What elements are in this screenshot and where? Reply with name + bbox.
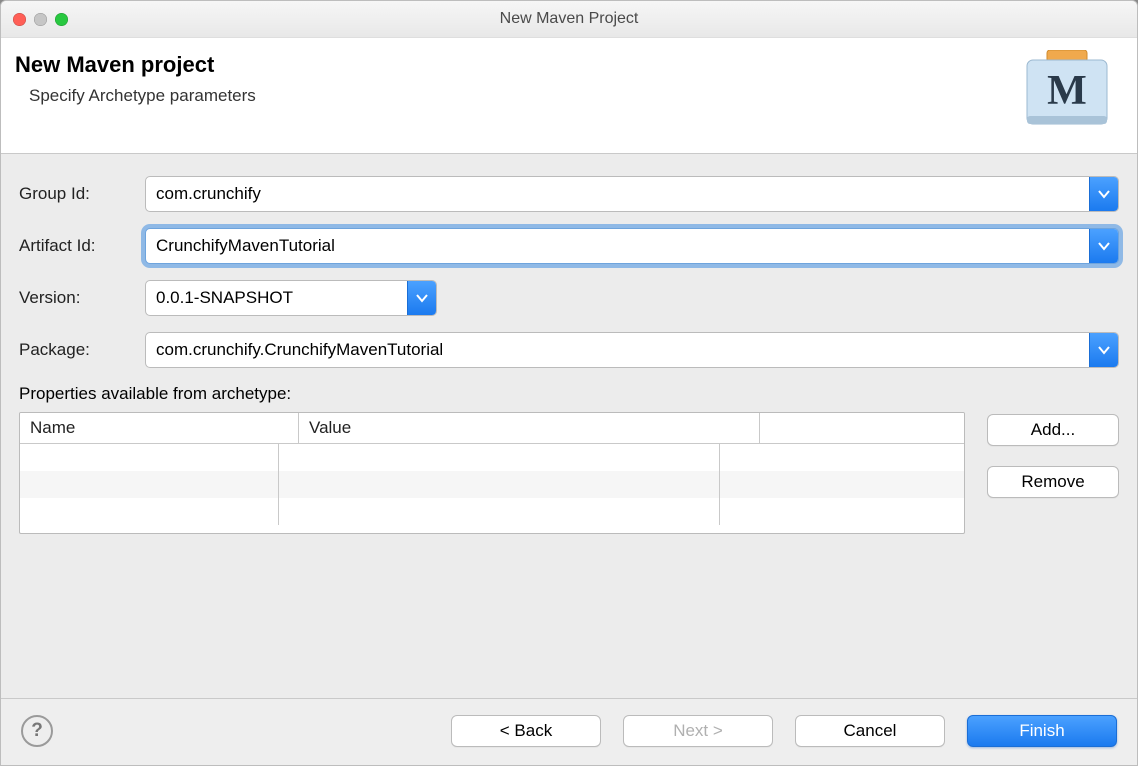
- chevron-down-icon: [416, 292, 428, 304]
- form-area: Group Id: Artifact Id: Version:: [1, 154, 1137, 534]
- wizard-window: New Maven Project New Maven project Spec…: [0, 0, 1138, 766]
- cancel-button[interactable]: Cancel: [795, 715, 945, 747]
- wizard-banner: New Maven project Specify Archetype para…: [1, 38, 1137, 154]
- titlebar: New Maven Project: [1, 1, 1137, 38]
- table-row[interactable]: [20, 498, 964, 525]
- finish-button[interactable]: Finish: [967, 715, 1117, 747]
- version-row: Version:: [19, 280, 1119, 316]
- column-header-spacer: [760, 413, 964, 443]
- chevron-down-icon: [1098, 188, 1110, 200]
- wizard-footer: ? < Back Next > Cancel Finish: [1, 698, 1137, 765]
- next-button[interactable]: Next >: [623, 715, 773, 747]
- close-window-button[interactable]: [13, 13, 26, 26]
- properties-label: Properties available from archetype:: [19, 384, 1119, 404]
- page-subtitle: Specify Archetype parameters: [29, 86, 1021, 106]
- table-row[interactable]: [20, 444, 964, 471]
- column-header-name[interactable]: Name: [20, 413, 299, 443]
- version-input[interactable]: [146, 281, 407, 315]
- version-label: Version:: [19, 288, 131, 308]
- group-id-row: Group Id:: [19, 176, 1119, 212]
- version-dropdown-arrow[interactable]: [407, 281, 436, 315]
- page-title: New Maven project: [15, 52, 1021, 78]
- version-field[interactable]: [145, 280, 437, 316]
- artifact-id-input[interactable]: [146, 229, 1089, 263]
- properties-table-body: [20, 444, 964, 533]
- help-icon[interactable]: ?: [21, 715, 53, 747]
- window-controls: [1, 13, 68, 26]
- maven-wizard-icon: M: [1021, 50, 1113, 137]
- chevron-down-icon: [1098, 240, 1110, 252]
- window-title: New Maven Project: [1, 10, 1137, 28]
- package-input[interactable]: [146, 333, 1089, 367]
- properties-table[interactable]: Name Value: [19, 412, 965, 534]
- column-header-value[interactable]: Value: [299, 413, 760, 443]
- properties-area: Name Value Add...: [19, 412, 1119, 534]
- group-id-input[interactable]: [146, 177, 1089, 211]
- artifact-id-label: Artifact Id:: [19, 236, 131, 256]
- maximize-window-button[interactable]: [55, 13, 68, 26]
- artifact-id-dropdown-arrow[interactable]: [1089, 229, 1118, 263]
- package-label: Package:: [19, 340, 131, 360]
- add-property-button[interactable]: Add...: [987, 414, 1119, 446]
- properties-buttons: Add... Remove: [987, 412, 1119, 498]
- minimize-window-button[interactable]: [34, 13, 47, 26]
- properties-table-header: Name Value: [20, 413, 964, 444]
- group-id-dropdown-arrow[interactable]: [1089, 177, 1118, 211]
- group-id-label: Group Id:: [19, 184, 131, 204]
- table-row[interactable]: [20, 471, 964, 498]
- chevron-down-icon: [1098, 344, 1110, 356]
- back-button[interactable]: < Back: [451, 715, 601, 747]
- artifact-id-row: Artifact Id:: [19, 228, 1119, 264]
- group-id-field[interactable]: [145, 176, 1119, 212]
- package-field[interactable]: [145, 332, 1119, 368]
- package-row: Package:: [19, 332, 1119, 368]
- svg-text:M: M: [1047, 68, 1087, 114]
- artifact-id-field[interactable]: [145, 228, 1119, 264]
- remove-property-button[interactable]: Remove: [987, 466, 1119, 498]
- package-dropdown-arrow[interactable]: [1089, 333, 1118, 367]
